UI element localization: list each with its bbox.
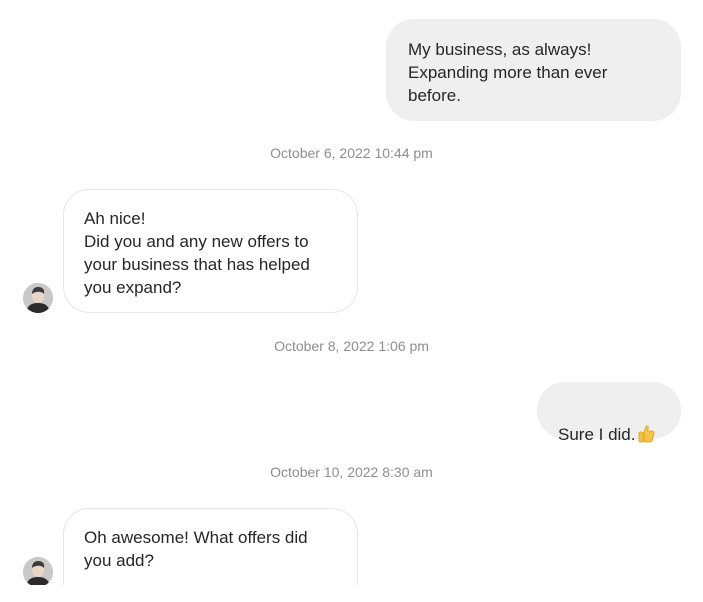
message-bubble-sent[interactable]: Sure I did. — [537, 382, 681, 444]
thumbs-up-icon — [638, 425, 655, 449]
profile-photo-icon — [23, 283, 53, 313]
message-text: Sure I did. — [558, 425, 636, 444]
avatar[interactable] — [23, 283, 53, 313]
message-timestamp: October 6, 2022 10:44 pm — [270, 145, 433, 161]
profile-photo-icon — [23, 557, 53, 585]
message-bubble-received[interactable]: Ah nice! Did you and any new offers to y… — [63, 189, 358, 313]
message-timestamp: October 8, 2022 1:06 pm — [274, 338, 429, 354]
message-bubble-sent[interactable]: My business, as always! Expanding more t… — [386, 19, 681, 121]
message-bubble-received[interactable]: Oh awesome! What offers did you add? — [63, 508, 358, 585]
avatar[interactable] — [23, 557, 53, 585]
message-thread: My business, as always! Expanding more t… — [0, 0, 703, 585]
message-timestamp: October 10, 2022 8:30 am — [270, 464, 433, 480]
